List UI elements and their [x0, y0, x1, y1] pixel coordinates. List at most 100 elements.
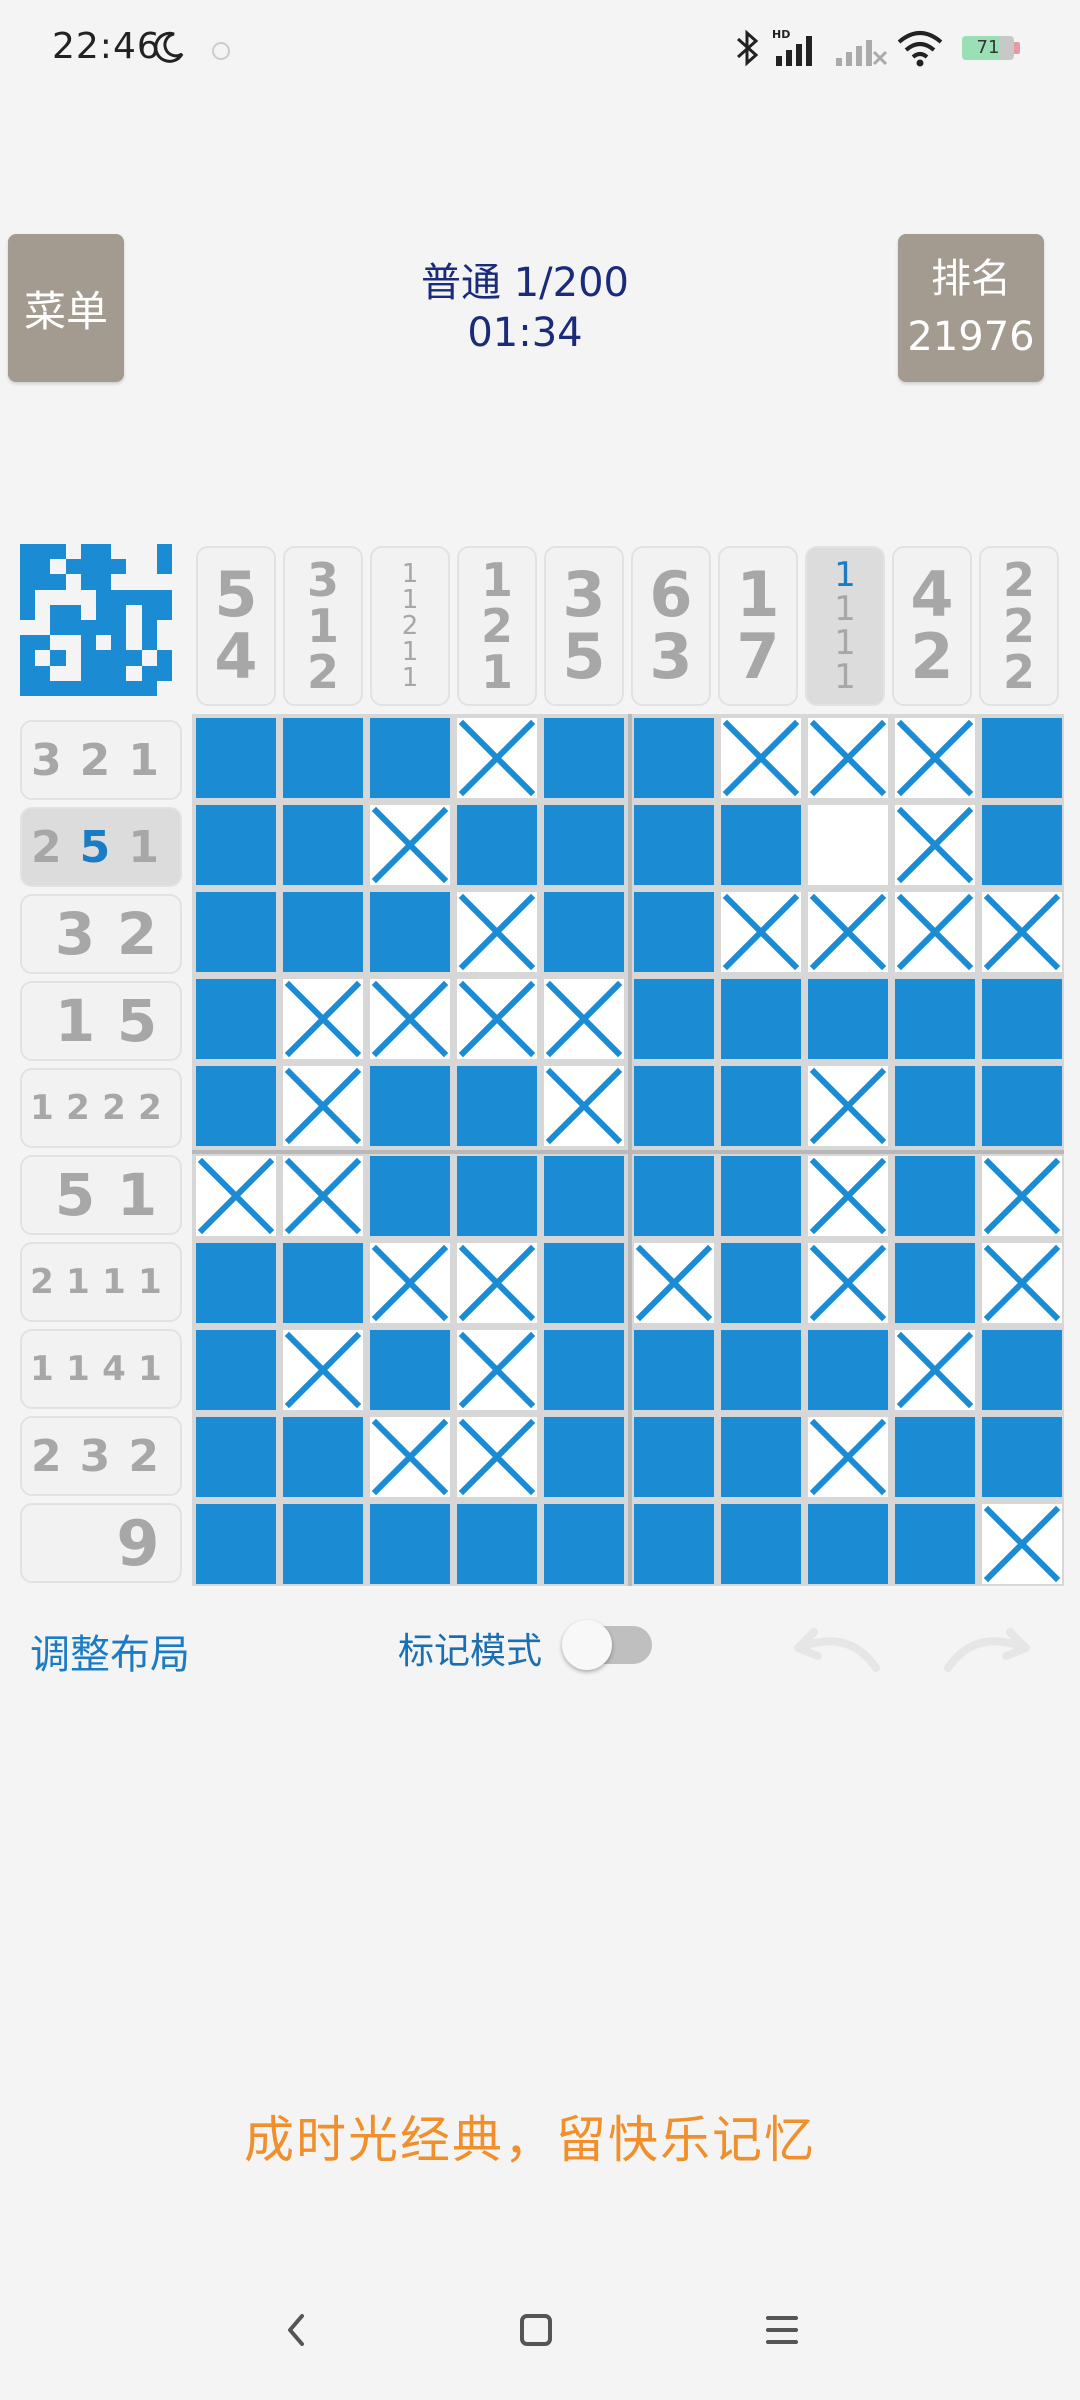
- grid-cell-filled[interactable]: [544, 1417, 624, 1497]
- grid-cell-filled[interactable]: [721, 1156, 801, 1236]
- grid-cell-filled[interactable]: [370, 1330, 450, 1410]
- grid-cell-filled[interactable]: [721, 1243, 801, 1323]
- grid-cell-crossed[interactable]: [982, 892, 1062, 972]
- grid-cell-filled[interactable]: [196, 1330, 276, 1410]
- grid-cell-filled[interactable]: [982, 1066, 1062, 1146]
- grid-cell-filled[interactable]: [196, 1066, 276, 1146]
- grid-cell-filled[interactable]: [544, 1243, 624, 1323]
- grid-cell-filled[interactable]: [196, 979, 276, 1059]
- grid-cell-crossed[interactable]: [982, 1504, 1062, 1584]
- grid-cell-filled[interactable]: [544, 718, 624, 798]
- grid-cell-crossed[interactable]: [457, 1330, 537, 1410]
- undo-icon[interactable]: [780, 1622, 890, 1682]
- grid-cell-filled[interactable]: [721, 1066, 801, 1146]
- grid-cell-crossed[interactable]: [457, 1417, 537, 1497]
- grid-cell-filled[interactable]: [544, 1330, 624, 1410]
- grid-cell-filled[interactable]: [457, 1066, 537, 1146]
- grid-cell-filled[interactable]: [895, 1504, 975, 1584]
- grid-cell-filled[interactable]: [634, 1066, 714, 1146]
- grid-cell-filled[interactable]: [721, 805, 801, 885]
- grid-cell-crossed[interactable]: [982, 1243, 1062, 1323]
- grid-cell-filled[interactable]: [283, 805, 363, 885]
- grid-cell-filled[interactable]: [370, 1156, 450, 1236]
- grid-cell-crossed[interactable]: [457, 1243, 537, 1323]
- redo-icon[interactable]: [934, 1622, 1044, 1682]
- grid-cell-filled[interactable]: [196, 1243, 276, 1323]
- grid-cell-filled[interactable]: [544, 1504, 624, 1584]
- grid-cell-crossed[interactable]: [370, 979, 450, 1059]
- grid-cell-filled[interactable]: [370, 718, 450, 798]
- grid-cell-crossed[interactable]: [283, 1156, 363, 1236]
- grid-cell-filled[interactable]: [895, 1156, 975, 1236]
- grid-cell-filled[interactable]: [982, 1330, 1062, 1410]
- grid-cell-filled[interactable]: [721, 1417, 801, 1497]
- grid-cell-crossed[interactable]: [808, 1417, 888, 1497]
- grid-cell-crossed[interactable]: [370, 1243, 450, 1323]
- puzzle-board[interactable]: [192, 714, 1064, 1586]
- grid-cell-crossed[interactable]: [370, 1417, 450, 1497]
- grid-cell-filled[interactable]: [544, 1156, 624, 1236]
- home-icon[interactable]: [506, 2300, 566, 2360]
- grid-cell-filled[interactable]: [982, 979, 1062, 1059]
- grid-cell-filled[interactable]: [634, 1417, 714, 1497]
- grid-cell-crossed[interactable]: [895, 718, 975, 798]
- grid-cell-filled[interactable]: [457, 1156, 537, 1236]
- grid-cell-crossed[interactable]: [808, 718, 888, 798]
- grid-cell-filled[interactable]: [283, 1504, 363, 1584]
- grid-cell-filled[interactable]: [634, 718, 714, 798]
- grid-cell-filled[interactable]: [808, 1504, 888, 1584]
- grid-cell-crossed[interactable]: [283, 979, 363, 1059]
- grid-cell-filled[interactable]: [196, 892, 276, 972]
- grid-cell-crossed[interactable]: [544, 1066, 624, 1146]
- grid-cell-empty[interactable]: [808, 805, 888, 885]
- grid-cell-crossed[interactable]: [895, 1330, 975, 1410]
- grid-cell-filled[interactable]: [721, 979, 801, 1059]
- grid-cell-filled[interactable]: [196, 1417, 276, 1497]
- grid-cell-filled[interactable]: [895, 1243, 975, 1323]
- grid-cell-filled[interactable]: [721, 1504, 801, 1584]
- menu-icon[interactable]: [752, 2300, 812, 2360]
- grid-cell-filled[interactable]: [283, 892, 363, 972]
- grid-cell-filled[interactable]: [634, 892, 714, 972]
- grid-cell-filled[interactable]: [895, 979, 975, 1059]
- grid-cell-filled[interactable]: [982, 718, 1062, 798]
- grid-cell-crossed[interactable]: [721, 718, 801, 798]
- grid-cell-crossed[interactable]: [283, 1330, 363, 1410]
- grid-cell-filled[interactable]: [634, 1330, 714, 1410]
- rank-button[interactable]: 排名 21976: [898, 234, 1044, 382]
- grid-cell-crossed[interactable]: [196, 1156, 276, 1236]
- grid-cell-filled[interactable]: [544, 805, 624, 885]
- grid-cell-filled[interactable]: [895, 1066, 975, 1146]
- grid-cell-filled[interactable]: [370, 1504, 450, 1584]
- grid-cell-filled[interactable]: [982, 805, 1062, 885]
- grid-cell-filled[interactable]: [808, 1330, 888, 1410]
- grid-cell-filled[interactable]: [283, 1417, 363, 1497]
- grid-cell-crossed[interactable]: [544, 979, 624, 1059]
- grid-cell-filled[interactable]: [982, 1417, 1062, 1497]
- menu-button[interactable]: 菜单: [8, 234, 124, 382]
- grid-cell-crossed[interactable]: [982, 1156, 1062, 1236]
- grid-cell-filled[interactable]: [196, 805, 276, 885]
- grid-cell-filled[interactable]: [808, 979, 888, 1059]
- adjust-layout-button[interactable]: 调整布局: [30, 1622, 190, 1680]
- grid-cell-crossed[interactable]: [283, 1066, 363, 1146]
- grid-cell-filled[interactable]: [634, 1156, 714, 1236]
- grid-cell-filled[interactable]: [634, 1504, 714, 1584]
- grid-cell-crossed[interactable]: [457, 979, 537, 1059]
- grid-cell-crossed[interactable]: [457, 892, 537, 972]
- grid-cell-crossed[interactable]: [634, 1243, 714, 1323]
- grid-cell-crossed[interactable]: [895, 892, 975, 972]
- grid-cell-filled[interactable]: [457, 1504, 537, 1584]
- grid-cell-filled[interactable]: [895, 1417, 975, 1497]
- grid-cell-filled[interactable]: [721, 1330, 801, 1410]
- grid-cell-filled[interactable]: [283, 1243, 363, 1323]
- grid-cell-filled[interactable]: [196, 1504, 276, 1584]
- grid-cell-filled[interactable]: [457, 805, 537, 885]
- back-icon[interactable]: [266, 2300, 326, 2360]
- grid-cell-crossed[interactable]: [895, 805, 975, 885]
- grid-cell-crossed[interactable]: [721, 892, 801, 972]
- grid-cell-filled[interactable]: [544, 892, 624, 972]
- grid-cell-filled[interactable]: [634, 979, 714, 1059]
- mark-mode-toggle[interactable]: [562, 1620, 652, 1670]
- grid-cell-crossed[interactable]: [370, 805, 450, 885]
